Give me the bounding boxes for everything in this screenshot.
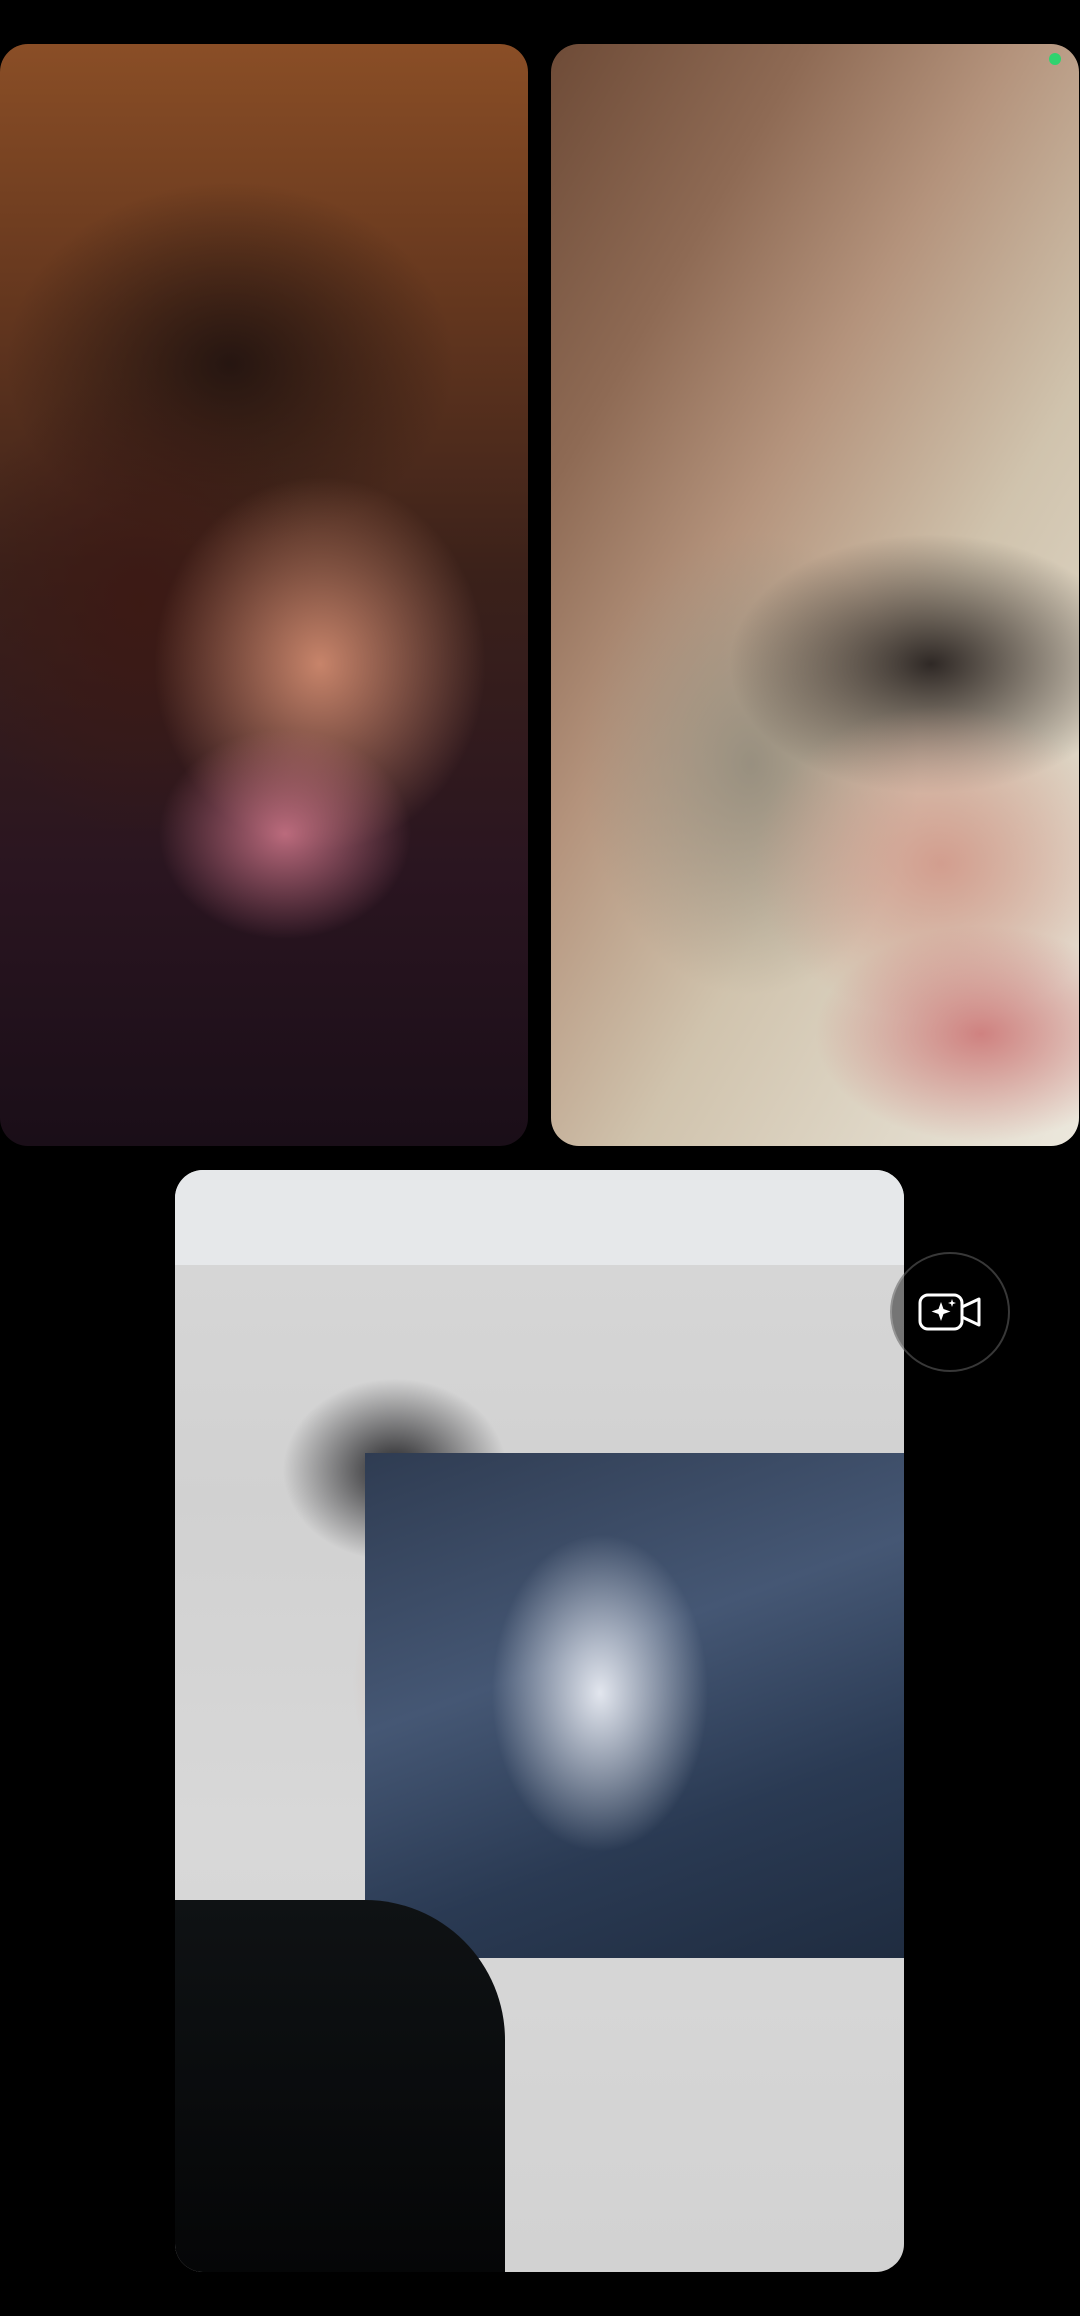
background-ceiling [175, 1170, 904, 1265]
video-tile-participant-2[interactable] [551, 44, 1079, 1146]
active-status-dot [1049, 53, 1061, 65]
camera-effects-button[interactable] [890, 1252, 1010, 1372]
camera-sparkle-icon [918, 1293, 981, 1331]
participant-silhouette [175, 1900, 505, 2272]
background-painting [365, 1453, 904, 1958]
video-tile-participant-3[interactable] [175, 1170, 904, 2272]
video-tile-participant-1[interactable] [0, 44, 528, 1146]
